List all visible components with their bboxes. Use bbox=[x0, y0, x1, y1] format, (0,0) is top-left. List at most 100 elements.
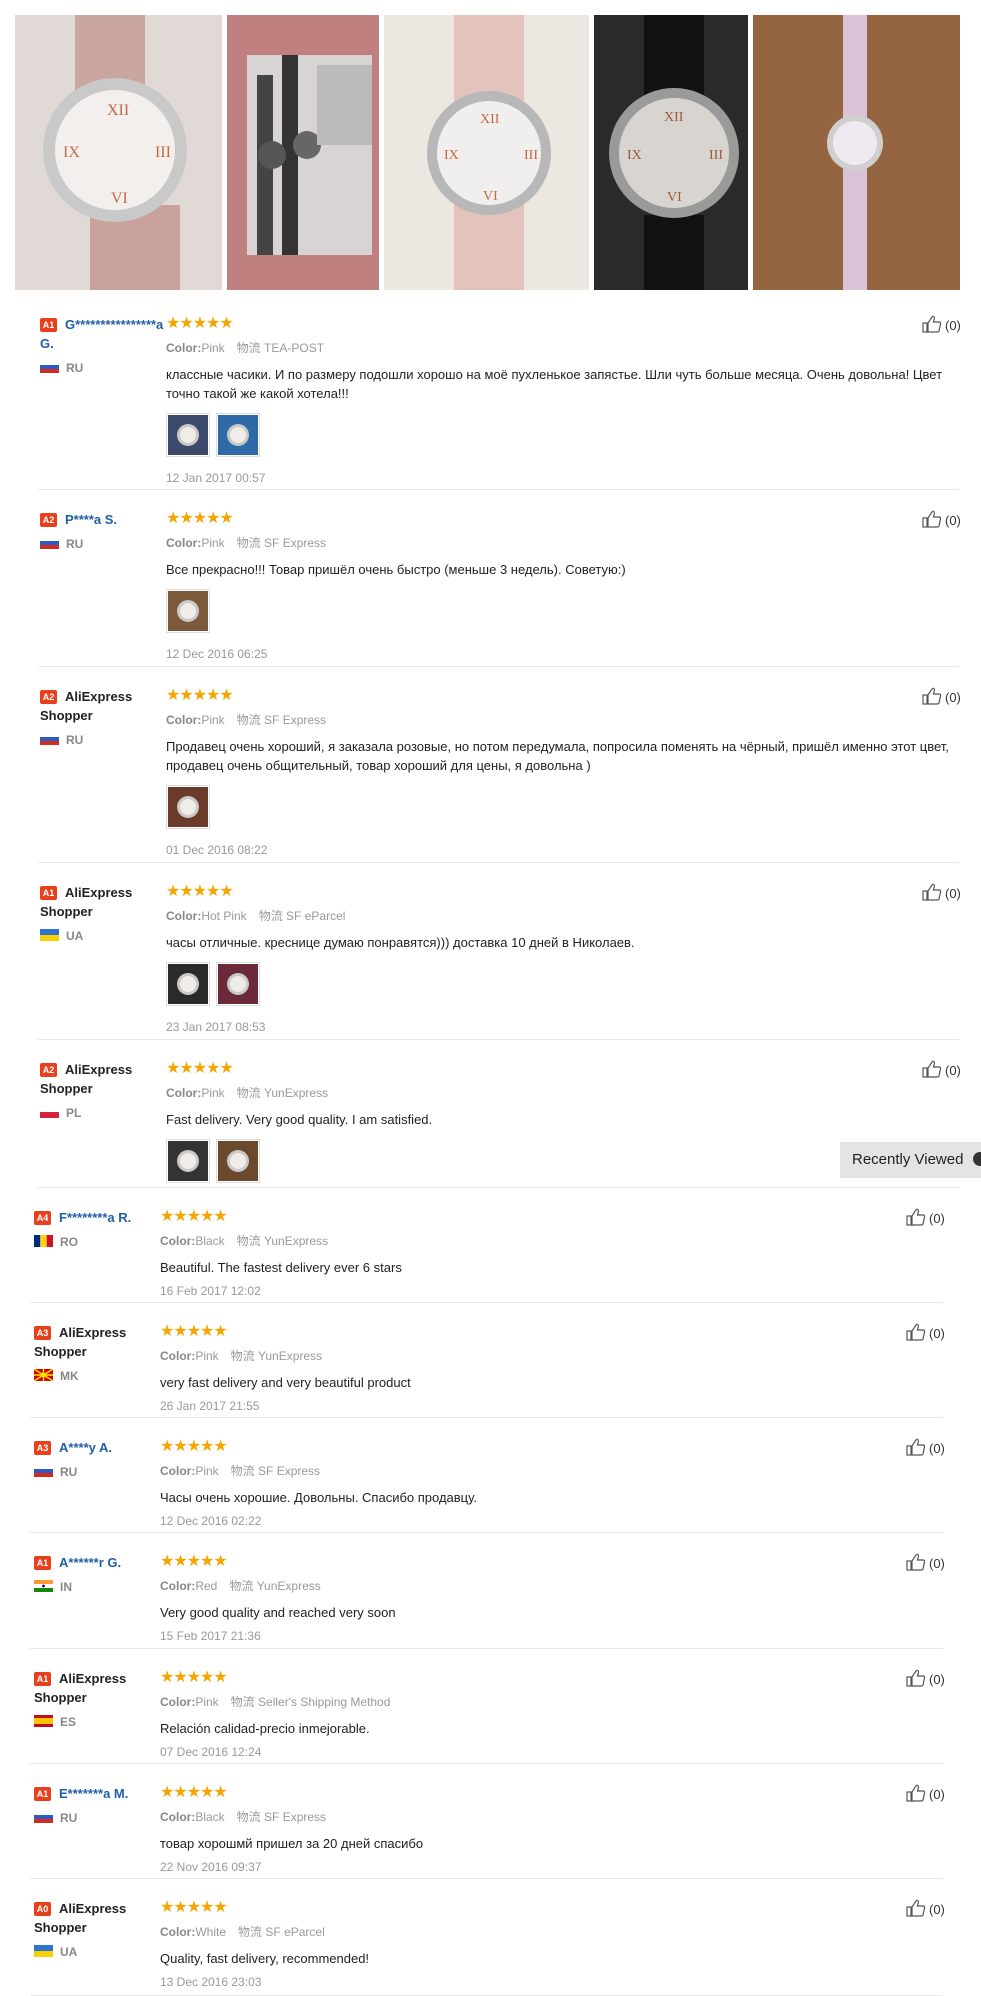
helpful-button[interactable]: (0) bbox=[906, 1323, 945, 1341]
review-text: классные часики. И по размеру подошли хо… bbox=[166, 367, 943, 401]
reviewer-info: A0 AliExpress Shopper UA bbox=[34, 1899, 169, 1962]
review-date: 12 Dec 2016 02:22 bbox=[160, 1514, 262, 1528]
shipping-label: 物流 bbox=[230, 1349, 255, 1363]
review-date: 26 Jan 2017 21:55 bbox=[160, 1399, 260, 1413]
recently-viewed-tab[interactable]: Recently Viewed bbox=[840, 1142, 981, 1178]
helpful-button[interactable]: (0) bbox=[922, 315, 961, 333]
shipping-value: SF Express bbox=[264, 713, 327, 727]
feedback-item: A1 AliExpress Shopper UA ★★★★★ Color:Hot Pin… bbox=[0, 863, 981, 1040]
order-info: Color:Black 物流 SF Express bbox=[160, 1808, 890, 1825]
reviewer-name[interactable]: G****************a G. bbox=[40, 317, 163, 351]
color-value: Pink bbox=[201, 536, 225, 550]
helpful-button[interactable]: (0) bbox=[922, 510, 961, 528]
color-label: Color: bbox=[166, 341, 202, 355]
reviewer-country: PL bbox=[40, 1104, 175, 1123]
shipping-label: 物流 bbox=[236, 536, 261, 550]
shipping-label: 物流 bbox=[229, 1579, 254, 1593]
review-photo-thumb[interactable] bbox=[166, 785, 210, 829]
flag-icon-mk bbox=[34, 1369, 53, 1381]
review-photo-thumb[interactable] bbox=[166, 1139, 210, 1183]
review-text: часы отличные. креснице думаю понравятся… bbox=[166, 935, 635, 950]
photo-watch-black[interactable]: XII III VI IX bbox=[594, 15, 748, 290]
buyer-level-badge: A1 bbox=[34, 1672, 51, 1686]
reviewer-info: A1 A******r G. IN bbox=[34, 1553, 169, 1597]
photo-watch-pink-bed[interactable]: XII III VI IX bbox=[384, 15, 589, 290]
thumbs-up-icon bbox=[922, 1060, 942, 1078]
photo-watch-pink-bag[interactable]: XII III VI IX bbox=[15, 15, 222, 290]
color-label: Color: bbox=[160, 1925, 196, 1939]
photo-watch-lilac-table[interactable] bbox=[753, 15, 960, 290]
feedback-item: A1 E*******a M. RU ★★★★★ Color:Black 物流 SF Ex… bbox=[0, 1764, 981, 1879]
flag-icon-ua bbox=[40, 929, 59, 941]
reviewer-info: A2 AliExpress Shopper PL bbox=[40, 1060, 175, 1123]
review-text: Quality, fast delivery, recommended! bbox=[160, 1951, 370, 1966]
flag-icon-ru bbox=[40, 537, 59, 549]
country-code: IN bbox=[60, 1580, 72, 1594]
helpful-button[interactable]: (0) bbox=[922, 687, 961, 705]
review-text: Fast delivery. Very good quality. I am s… bbox=[166, 1112, 433, 1127]
star-rating: ★★★★★ bbox=[160, 1208, 228, 1225]
review-photo-thumb[interactable] bbox=[216, 962, 260, 1006]
thumbs-up-icon bbox=[906, 1784, 926, 1802]
review-photo-thumb[interactable] bbox=[166, 413, 210, 457]
star-rating: ★★★★★ bbox=[166, 510, 234, 527]
thumbs-up-icon bbox=[906, 1553, 926, 1571]
buyer-level-badge: A1 bbox=[34, 1556, 51, 1570]
review-date: 15 Feb 2017 21:36 bbox=[160, 1629, 261, 1643]
review-photo-thumb[interactable] bbox=[216, 1139, 260, 1183]
svg-text:III: III bbox=[155, 144, 171, 161]
review-photo-thumb[interactable] bbox=[166, 962, 210, 1006]
country-code: RU bbox=[60, 1465, 78, 1479]
review-content: ★★★★★ Color:Black 物流 YunExpress Beautiful. … bbox=[160, 1208, 890, 1298]
review-text: Часы очень хорошие. Довольны. Спасибо пр… bbox=[160, 1490, 477, 1505]
helpful-button[interactable]: (0) bbox=[922, 1060, 961, 1078]
reviewer-country: RU bbox=[40, 359, 175, 378]
star-rating: ★★★★★ bbox=[160, 1438, 228, 1455]
feedback-item: A3 A****y A. RU ★★★★★ Color:Pink 物流 SF Expres… bbox=[0, 1418, 981, 1533]
reviewer-name[interactable]: P****a S. bbox=[65, 512, 117, 527]
review-photo-thumb[interactable] bbox=[216, 413, 260, 457]
review-photo-thumb[interactable] bbox=[166, 589, 210, 633]
shipping-value: SF Express bbox=[264, 1810, 327, 1824]
feedback-item: A3 AliExpress Shopper MK ★★★★★ Color:Pink 物流 … bbox=[0, 1303, 981, 1418]
country-code: RU bbox=[60, 1811, 78, 1825]
helpful-button[interactable]: (0) bbox=[922, 883, 961, 901]
review-content: ★★★★★ Color:Pink 物流 YunExpress very fast de… bbox=[160, 1323, 890, 1413]
thumbs-up-icon bbox=[906, 1438, 926, 1456]
order-info: Color:Pink 物流 YunExpress bbox=[166, 1084, 956, 1101]
svg-text:VI: VI bbox=[667, 190, 682, 205]
star-rating: ★★★★★ bbox=[160, 1899, 228, 1916]
color-value: Pink bbox=[195, 1695, 219, 1709]
reviewer-country: IN bbox=[34, 1578, 169, 1597]
reviewer-name[interactable]: E*******a M. bbox=[59, 1786, 128, 1801]
flag-icon-ua bbox=[34, 1945, 53, 1957]
helpful-button[interactable]: (0) bbox=[906, 1553, 945, 1571]
review-photos bbox=[166, 589, 956, 633]
helpful-button[interactable]: (0) bbox=[906, 1208, 945, 1226]
country-code: UA bbox=[66, 929, 84, 943]
country-code: UA bbox=[60, 1945, 78, 1959]
helpful-button[interactable]: (0) bbox=[906, 1669, 945, 1687]
reviewer-info: A1 G****************a G. RU bbox=[40, 315, 175, 378]
color-value: Pink bbox=[195, 1349, 219, 1363]
photo-watches-packaged[interactable] bbox=[227, 15, 379, 290]
country-code: RU bbox=[66, 361, 84, 375]
review-content: ★★★★★ Color:Red 物流 YunExpress Very good qua… bbox=[160, 1553, 890, 1643]
country-code: MK bbox=[60, 1369, 79, 1383]
reviewer-name[interactable]: F********a R. bbox=[59, 1210, 131, 1225]
helpful-button[interactable]: (0) bbox=[906, 1438, 945, 1456]
order-info: Color:Pink 物流 YunExpress bbox=[160, 1347, 890, 1364]
review-content: ★★★★★ Color:White 物流 SF eParcel Quality, fa… bbox=[160, 1899, 890, 1989]
reviewer-country: RU bbox=[34, 1809, 169, 1828]
review-content: ★★★★★ Color:Pink 物流 YunExpress Fast deliver… bbox=[166, 1060, 956, 1197]
reviewer-name[interactable]: A****y A. bbox=[59, 1440, 112, 1455]
helpful-button[interactable]: (0) bbox=[906, 1899, 945, 1917]
reviewer-name[interactable]: A******r G. bbox=[59, 1555, 121, 1570]
reviewer-info: A4 F********a R. RO bbox=[34, 1208, 169, 1252]
svg-text:XII: XII bbox=[664, 110, 684, 125]
review-date: 22 Nov 2016 09:37 bbox=[160, 1860, 262, 1874]
color-value: Red bbox=[195, 1579, 218, 1593]
review-text: very fast delivery and very beautiful pr… bbox=[160, 1375, 411, 1390]
review-date: 12 Jan 2017 00:57 bbox=[166, 471, 266, 485]
helpful-button[interactable]: (0) bbox=[906, 1784, 945, 1802]
